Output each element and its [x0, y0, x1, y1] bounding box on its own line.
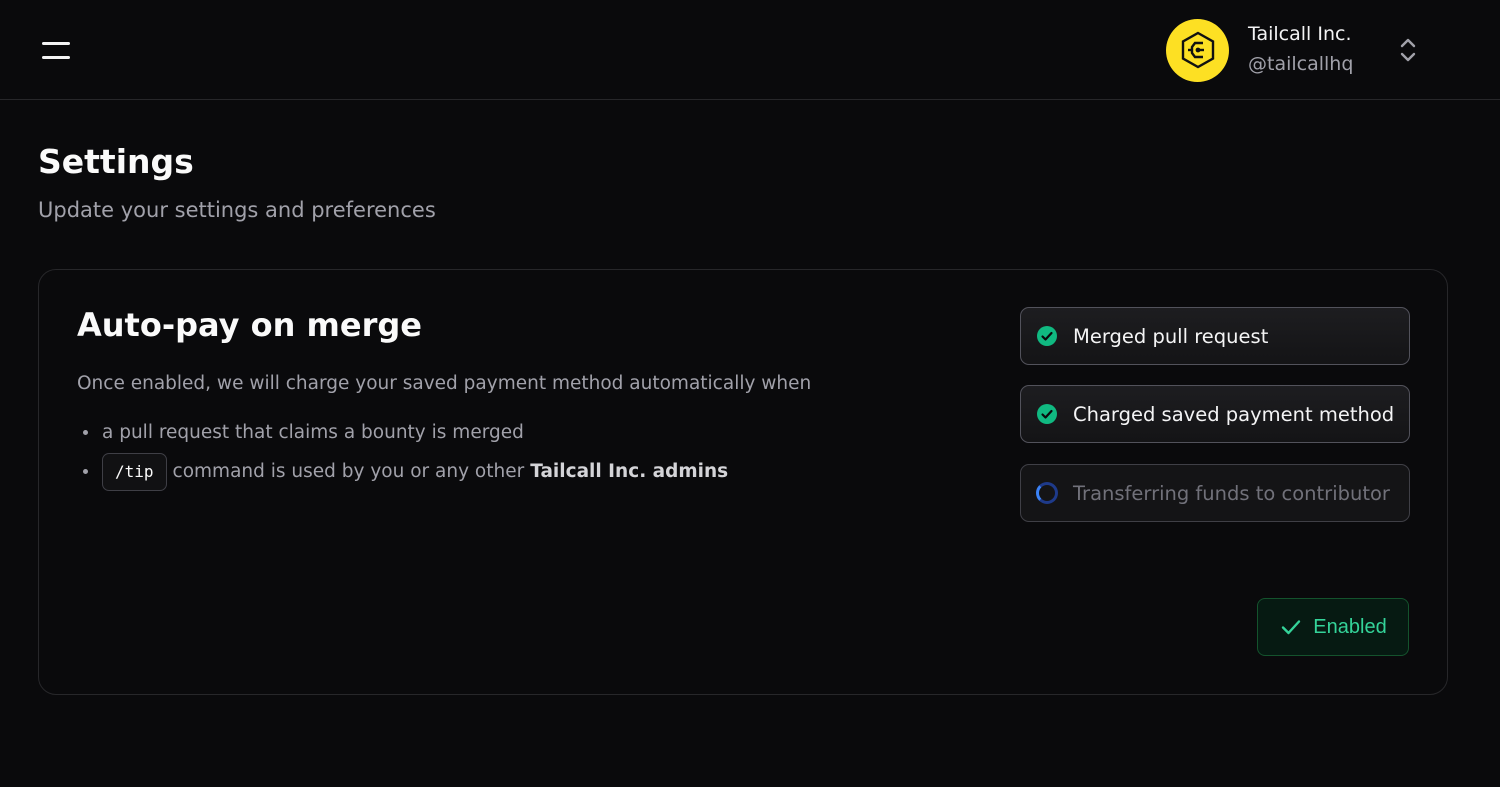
org-switcher[interactable]: Tailcall Inc. @tailcallhq [1166, 18, 1436, 82]
enabled-button[interactable]: Enabled [1257, 598, 1409, 656]
page-subtitle: Update your settings and preferences [38, 198, 436, 222]
enabled-label: Enabled [1313, 615, 1387, 638]
tip-command-code: /tip [102, 452, 167, 491]
autopay-title: Auto-pay on merge [77, 306, 422, 344]
chevron-up-down-icon [1400, 38, 1416, 62]
trigger-tip-text: command is used by you or any other [172, 461, 525, 482]
check-circle-icon [1037, 404, 1057, 424]
step-label: Transferring funds to contributor [1073, 481, 1390, 505]
step-transferring: Transferring funds to contributor [1020, 464, 1410, 522]
list-item: a pull request that claims a bounty is m… [77, 413, 728, 452]
check-circle-icon [1037, 326, 1057, 346]
check-icon [1282, 620, 1301, 635]
org-name: Tailcall Inc. [1248, 23, 1352, 45]
org-admins-text: Tailcall Inc. admins [530, 461, 729, 482]
spinner-icon [1036, 482, 1058, 504]
list-item: /tip command is used by you or any other… [77, 452, 728, 491]
hamburger-menu-icon-line [42, 55, 70, 59]
org-handle: @tailcallhq [1248, 53, 1354, 75]
tailcall-logo-icon [1181, 31, 1214, 69]
step-label: Merged pull request [1073, 324, 1269, 348]
step-merged: Merged pull request [1020, 307, 1410, 365]
trigger-list: a pull request that claims a bounty is m… [77, 413, 728, 491]
step-label: Charged saved payment method [1073, 402, 1395, 426]
trigger-merge-text: a pull request that claims a bounty is m… [102, 422, 524, 443]
avatar [1166, 18, 1229, 82]
page-title: Settings [38, 142, 194, 181]
menu-button[interactable] [36, 34, 76, 66]
hamburger-menu-icon [42, 41, 70, 45]
autopay-card: Auto-pay on merge Once enabled, we will … [38, 269, 1448, 695]
autopay-description: Once enabled, we will charge your saved … [77, 373, 812, 394]
step-charged: Charged saved payment method [1020, 385, 1410, 443]
top-bar: Tailcall Inc. @tailcallhq [0, 0, 1500, 100]
